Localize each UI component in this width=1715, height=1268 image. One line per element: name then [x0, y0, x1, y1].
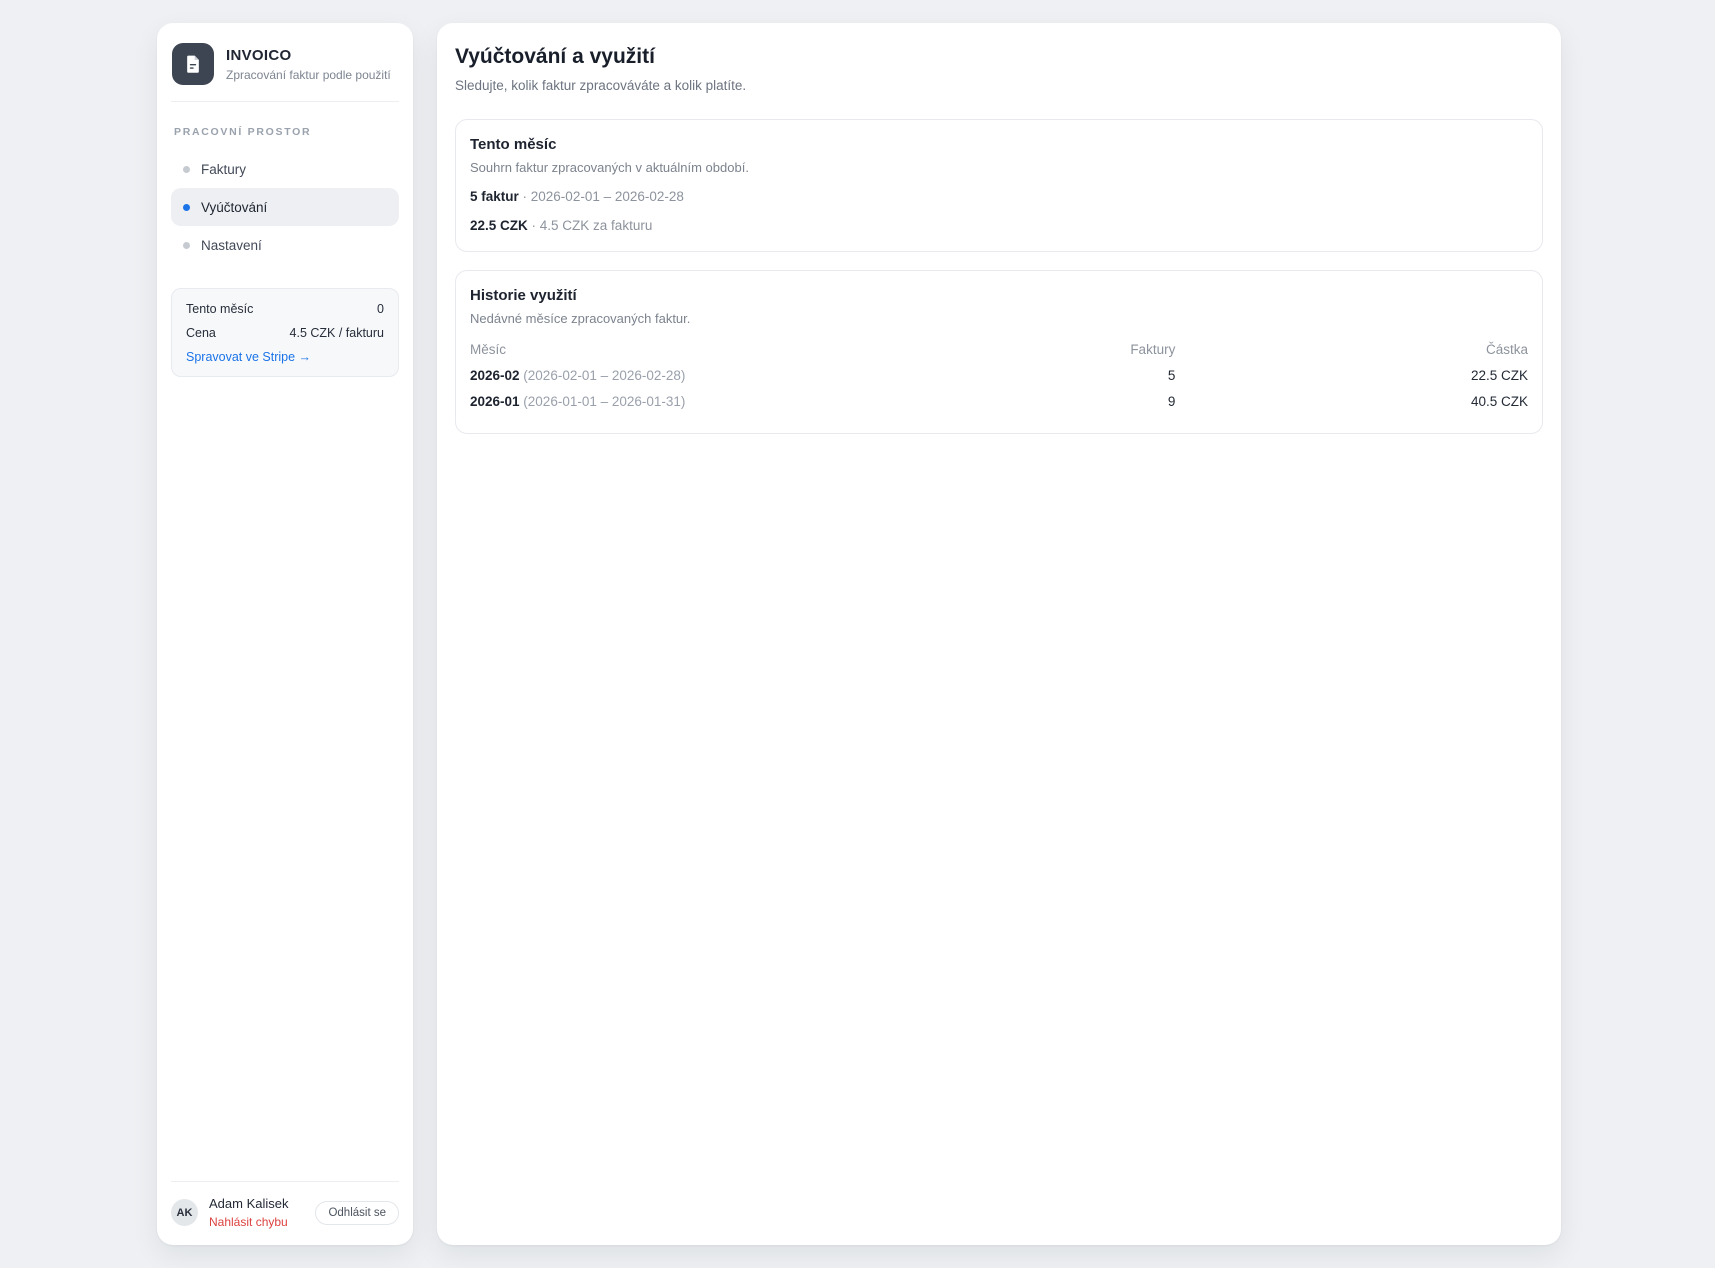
table-header-row: Měsíc Faktury Částka — [470, 339, 1528, 363]
bullet-dot-icon — [183, 166, 190, 173]
panel-subtitle: Nedávné měsíce zpracovaných faktur. — [470, 311, 1528, 326]
column-header-invoices: Faktury — [823, 342, 1176, 357]
current-month-panel: Tento měsíc Souhrn faktur zpracovaných v… — [455, 119, 1543, 252]
app-brand-text: INVOICO Zpracování faktur podle použití — [226, 47, 391, 82]
table-row: 2026-02 (2026-02-01 – 2026-02-28) 5 22.5… — [470, 363, 1528, 389]
avatar: AK — [171, 1199, 198, 1226]
cell-invoices: 9 — [823, 394, 1176, 409]
cell-invoices: 5 — [823, 368, 1176, 383]
panel-title: Tento měsíc — [470, 136, 1528, 153]
amount-total: 22.5 CZK — [470, 218, 528, 233]
usage-row-value: 0 — [377, 302, 384, 316]
manage-in-stripe-link[interactable]: Spravovat ve Stripe → — [186, 350, 311, 364]
sidebar-nav: Faktury Vyúčtování Nastavení — [171, 150, 399, 264]
cell-month: 2026-02 (2026-02-01 – 2026-02-28) — [470, 368, 823, 383]
table-row: 2026-01 (2026-01-01 – 2026-01-31) 9 40.5… — [470, 389, 1528, 415]
month-range: (2026-02-01 – 2026-02-28) — [520, 368, 686, 383]
user-info: Adam Kalisek Nahlásit chybu — [209, 1196, 288, 1229]
invoice-document-icon — [172, 43, 214, 85]
usage-row-label: Cena — [186, 326, 216, 340]
usage-history-table: Měsíc Faktury Částka 2026-02 (2026-02-01… — [470, 339, 1528, 415]
app-title: INVOICO — [226, 47, 391, 64]
month-range: (2026-01-01 – 2026-01-31) — [520, 394, 686, 409]
invoice-count-line: 5 faktur · 2026-02-01 – 2026-02-28 — [470, 189, 1528, 204]
app-tagline: Zpracování faktur podle použití — [226, 68, 391, 82]
app-brand: INVOICO Zpracování faktur podle použití — [171, 37, 399, 102]
month-value: 2026-02 — [470, 368, 520, 383]
page-title: Vyúčtování a využití — [455, 45, 1543, 69]
usage-history-panel: Historie využití Nedávné měsíce zpracova… — [455, 270, 1543, 434]
main-content: Vyúčtování a využití Sledujte, kolik fak… — [437, 23, 1561, 1245]
cell-amount: 40.5 CZK — [1175, 394, 1528, 409]
cell-month: 2026-01 (2026-01-01 – 2026-01-31) — [470, 394, 823, 409]
sidebar-item-label: Faktury — [201, 162, 246, 177]
usage-row-price: Cena 4.5 CZK / fakturu — [186, 326, 384, 340]
sidebar-item-faktury[interactable]: Faktury — [171, 150, 399, 188]
amount-line: 22.5 CZK · 4.5 CZK za fakturu — [470, 218, 1528, 233]
column-header-month: Měsíc — [470, 342, 823, 357]
usage-row-month: Tento měsíc 0 — [186, 302, 384, 316]
page: INVOICO Zpracování faktur podle použití … — [0, 0, 1715, 1268]
panel-subtitle: Souhrn faktur zpracovaných v aktuálním o… — [470, 160, 1528, 175]
column-header-amount: Částka — [1175, 342, 1528, 357]
sidebar-item-label: Vyúčtování — [201, 200, 267, 215]
bullet-dot-icon — [183, 204, 190, 211]
sidebar-item-nastaveni[interactable]: Nastavení — [171, 226, 399, 264]
page-subtitle: Sledujte, kolik faktur zpracováváte a ko… — [455, 78, 1543, 93]
sidebar-item-label: Nastavení — [201, 238, 262, 253]
sidebar: INVOICO Zpracování faktur podle použití … — [157, 23, 413, 1245]
amount-rate: · 4.5 CZK za fakturu — [528, 218, 653, 233]
usage-summary-box: Tento měsíc 0 Cena 4.5 CZK / fakturu Spr… — [171, 288, 399, 377]
sidebar-item-vyuctovani[interactable]: Vyúčtování — [171, 188, 399, 226]
logout-button[interactable]: Odhlásit se — [315, 1201, 399, 1225]
month-value: 2026-01 — [470, 394, 520, 409]
sidebar-spacer — [171, 377, 399, 1181]
usage-row-value: 4.5 CZK / fakturu — [290, 326, 384, 340]
report-bug-link[interactable]: Nahlásit chybu — [209, 1215, 288, 1229]
bullet-dot-icon — [183, 242, 190, 249]
workspace-section-label: PRACOVNÍ PROSTOR — [174, 126, 399, 138]
user-area: AK Adam Kalisek Nahlásit chybu Odhlásit … — [171, 1181, 399, 1229]
cell-amount: 22.5 CZK — [1175, 368, 1528, 383]
invoice-count: 5 faktur — [470, 189, 519, 204]
panel-title: Historie využití — [470, 287, 1528, 304]
invoice-period: · 2026-02-01 – 2026-02-28 — [519, 189, 684, 204]
usage-row-label: Tento měsíc — [186, 302, 253, 316]
user-name: Adam Kalisek — [209, 1196, 288, 1211]
